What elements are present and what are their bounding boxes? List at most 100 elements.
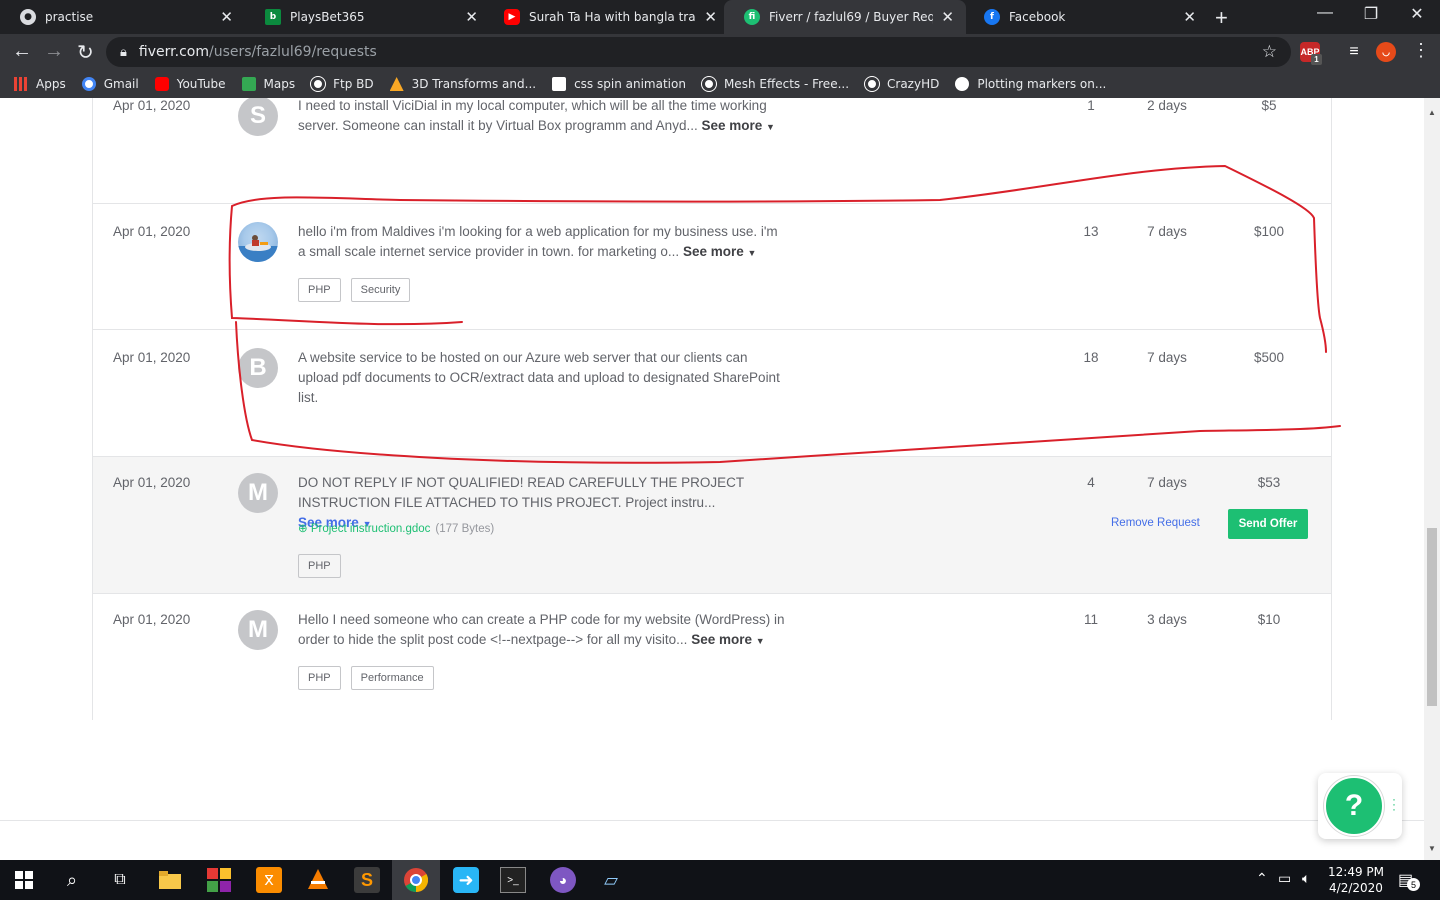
windows-taskbar: ⌕ ⧉ ⴳ S ➜ >_ ◕ ▱ ⌃ ▭ 🔈︎ 12:49 PM 4/2/202… [0,860,1440,900]
avatar[interactable]: B [238,348,278,388]
see-more-link[interactable]: See more ▼ [691,632,764,647]
request-row: Apr 01, 2020 S I need to install ViciDia… [93,98,1331,204]
bookmarks-bar: Apps Gmail YouTube Maps Ftp BD 3D Transf… [0,70,1440,98]
forward-arrow-icon[interactable]: → [44,40,64,63]
tag-list: PHP [298,554,351,578]
avatar[interactable]: M [238,610,278,650]
bookmark-star-icon[interactable]: ☆ [1262,42,1277,62]
windows-start-icon[interactable] [11,867,37,893]
search-icon[interactable]: ⌕ [59,867,85,893]
duration: 3 days [1147,612,1187,627]
github-desktop-icon[interactable]: ◕ [550,867,576,893]
profile-extension-icon[interactable]: ◡ [1376,42,1396,62]
terminal-icon[interactable]: >_ [500,867,526,893]
chrome-icon[interactable] [403,867,429,893]
back-arrow-icon[interactable]: ← [12,40,32,63]
bookmark-plotting-markers[interactable]: Plotting markers on... [955,77,1106,91]
remove-request-link[interactable]: Remove Request [1111,517,1200,529]
request-row-hovered[interactable]: Apr 01, 2020 M DO NOT REPLY IF NOT QUALI… [93,457,1331,594]
browser-toolbar: ← → ↻ 🔒︎ fiverr.com/users/fazlul69/reque… [0,34,1440,70]
new-tab-button[interactable]: + [1215,5,1228,31]
bookmark-youtube[interactable]: YouTube [154,77,226,91]
avatar[interactable]: S [238,98,278,136]
apps-grid-icon [14,77,28,91]
extension-badge: 1 [1311,54,1322,65]
budget: $100 [1253,224,1285,239]
address-bar[interactable]: 🔒︎ fiverr.com/users/fazlul69/requests ☆ [106,37,1291,67]
maps-icon [241,77,256,91]
tag-performance[interactable]: Performance [350,666,434,690]
tab-practise[interactable]: ● practise ✕ [0,0,245,34]
minimize-button[interactable]: — [1302,4,1348,22]
see-more-link[interactable]: See more ▼ [701,118,774,133]
request-row: Apr 01, 2020 B A website service to be h… [93,330,1331,457]
close-tab-icon[interactable]: ✕ [1183,8,1196,26]
tag-list: PHP Security [298,278,420,302]
request-date: Apr 01, 2020 [113,224,191,239]
drag-handle-icon[interactable]: · · · [1392,793,1396,815]
tag-php[interactable]: PHP [298,278,341,302]
google-icon [81,77,96,91]
volume-icon[interactable]: 🔈︎ [1302,870,1310,887]
request-description: hello i'm from Maldives i'm looking for … [298,224,778,259]
tag-php[interactable]: PHP [298,666,341,690]
playlist-extension-icon[interactable]: ≡ [1344,42,1364,62]
scroll-down-arrow-icon[interactable]: ▼ [1428,844,1436,853]
bookmark-crazyhd[interactable]: CrazyHD [865,77,939,91]
tag-php[interactable]: PHP [298,554,341,578]
help-button[interactable]: ? [1324,776,1384,836]
app-grid-icon[interactable] [206,867,232,893]
maximize-button[interactable]: ❐ [1348,4,1394,24]
caret-down-icon: ▼ [755,636,765,646]
bookmark-maps[interactable]: Maps [241,77,295,91]
caret-down-icon: ▼ [766,122,775,132]
request-date: Apr 01, 2020 [113,612,191,627]
tab-fiverr-buyer-requests[interactable]: fi Fiverr / fazlul69 / Buyer Requests ✕ [724,0,966,34]
task-view-icon[interactable]: ⧉ [107,867,133,893]
request-row: Apr 01, 2020 hello i'm from Maldives i'm… [93,204,1331,330]
menu-dots-icon[interactable]: ⋮ [1412,40,1430,61]
tab-strip: ● practise ✕ b PlaysBet365 ✕ ▶ Surah Ta … [0,0,1440,34]
close-tab-icon[interactable]: ✕ [465,8,478,26]
jetski-photo-icon [238,235,278,262]
tab-facebook[interactable]: f Facebook ✕ [964,0,1208,34]
messenger-app-icon[interactable]: ➜ [453,867,479,893]
duration: 7 days [1147,224,1187,239]
bookmark-apps[interactable]: Apps [14,77,66,91]
network-icon[interactable]: ▭ [1278,870,1291,887]
tag-security[interactable]: Security [350,278,411,302]
file-explorer-icon[interactable] [157,867,183,893]
scroll-up-arrow-icon[interactable]: ▲ [1428,108,1436,117]
send-offer-button[interactable]: Send Offer [1228,509,1308,539]
tab-youtube-surah[interactable]: ▶ Surah Ta Ha with bangla translati ✕ [484,0,729,34]
page-scrollbar[interactable]: ▲ ▼ [1424,98,1440,860]
close-window-button[interactable]: ✕ [1394,4,1440,24]
bookmark-3d-transforms[interactable]: 3D Transforms and... [389,77,536,91]
bookmark-mesh-effects[interactable]: Mesh Effects - Free... [701,77,849,91]
notepad-icon[interactable]: ▱ [598,867,624,893]
bookmark-gmail[interactable]: Gmail [81,77,139,91]
budget: $10 [1257,612,1281,627]
avatar[interactable]: M [238,473,278,513]
notification-center-icon[interactable]: ▤ 5 [1398,870,1420,891]
tag-list: PHP Performance [298,666,444,690]
scrollbar-thumb[interactable] [1427,528,1437,706]
bookmark-css-spin[interactable]: css spin animation [552,77,686,91]
attachment-link[interactable]: ⊕ Project instruction.gdoc (177 Bytes) [298,521,494,535]
close-tab-icon[interactable]: ✕ [220,8,233,26]
avatar-photo[interactable] [238,222,278,262]
sublime-text-icon[interactable]: S [354,867,380,893]
close-tab-icon[interactable]: ✕ [941,8,954,26]
globe-icon [865,77,880,91]
show-hidden-icons-chevron-icon[interactable]: ⌃ [1256,870,1268,887]
vlc-icon[interactable] [305,867,331,893]
codepen-icon [552,77,567,91]
bookmark-ftpbd[interactable]: Ftp BD [311,77,374,91]
reload-icon[interactable]: ↻ [77,40,94,65]
system-clock[interactable]: 12:49 PM 4/2/2020 [1326,864,1386,896]
lock-icon: 🔒︎ [120,44,127,60]
tab-playsbet365[interactable]: b PlaysBet365 ✕ [245,0,490,34]
xampp-icon[interactable]: ⴳ [256,867,282,893]
close-tab-icon[interactable]: ✕ [704,8,717,26]
see-more-link[interactable]: See more ▼ [683,244,756,259]
